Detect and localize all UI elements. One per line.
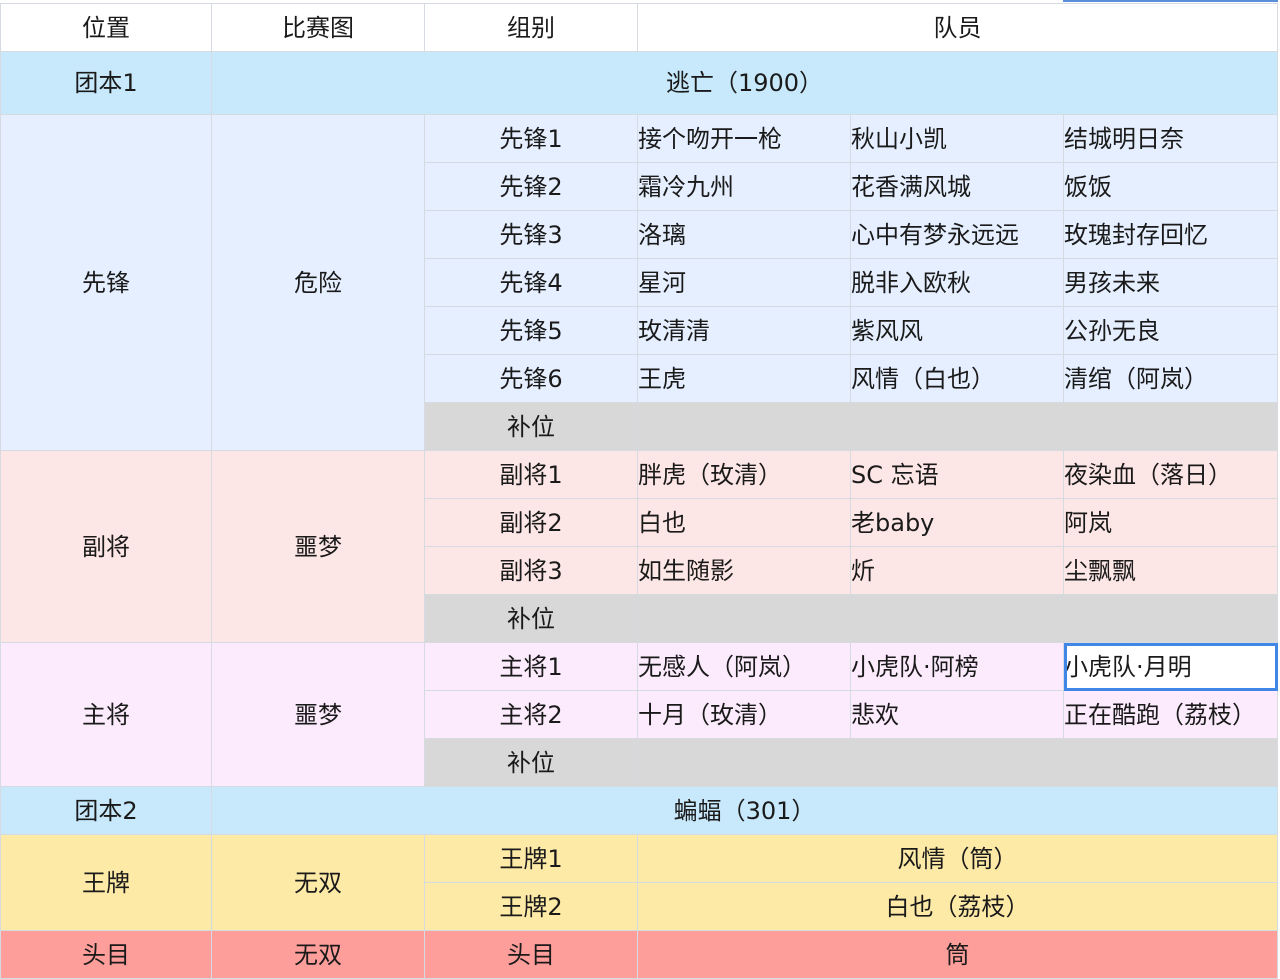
deputy-map-cell[interactable]: 噩梦 xyxy=(211,450,425,643)
member-cell[interactable]: 白也（荔枝） xyxy=(636,882,1279,931)
member-cell[interactable]: 脱非入欧秋 xyxy=(850,258,1064,307)
table-row: 主将 噩梦 主将1 无感人（阿岚） 小虎队·阿榜 小虎队·月明 xyxy=(0,642,1279,787)
ace-map-cell[interactable]: 无双 xyxy=(211,834,425,931)
group-cell[interactable]: 王牌1 xyxy=(424,834,638,883)
member-cell[interactable]: 尘飘飘 xyxy=(1062,546,1279,595)
member-cell[interactable]: 清绾（阿岚） xyxy=(1062,354,1279,403)
member-cell[interactable]: 玫清清 xyxy=(637,306,851,355)
header-members[interactable]: 队员 xyxy=(636,3,1279,52)
group-cell[interactable]: 先锋6 xyxy=(424,354,638,403)
header-position[interactable]: 位置 xyxy=(0,3,212,52)
member-cell[interactable]: 洛璃 xyxy=(637,210,851,259)
member-cell[interactable]: 阿岚 xyxy=(1062,498,1279,547)
group-cell[interactable]: 先锋4 xyxy=(424,258,638,307)
member-cell[interactable]: 正在酷跑（荔枝） xyxy=(1062,690,1279,739)
group-cell[interactable]: 副将2 xyxy=(424,498,638,547)
member-cell[interactable]: 男孩未来 xyxy=(1062,258,1279,307)
member-cell[interactable]: 筒 xyxy=(636,930,1279,979)
group-cell[interactable]: 先锋2 xyxy=(424,162,638,211)
member-cell[interactable]: 小虎队·阿榜 xyxy=(850,642,1064,691)
member-cell[interactable]: 公孙无良 xyxy=(1062,306,1279,355)
member-cell[interactable]: 心中有梦永远远 xyxy=(850,210,1064,259)
selected-member-cell[interactable]: 小虎队·月明 xyxy=(1062,642,1279,691)
member-cell[interactable]: 风情（筒） xyxy=(636,834,1279,883)
team1-title-cell[interactable]: 逃亡（1900） xyxy=(210,51,1279,115)
general-position-cell[interactable]: 主将 xyxy=(0,642,212,787)
member-cell[interactable]: 夜染血（落日） xyxy=(1062,450,1279,499)
member-cell[interactable]: 无感人（阿岚） xyxy=(637,642,851,691)
member-cell[interactable]: 老baby xyxy=(850,498,1064,547)
team1-label-cell[interactable]: 团本1 xyxy=(0,51,212,115)
team1-row: 团本1 逃亡（1900） xyxy=(0,51,1279,115)
substitute-label-cell[interactable]: 补位 xyxy=(424,402,638,451)
team2-label-cell[interactable]: 团本2 xyxy=(0,786,212,835)
member-cell[interactable]: 紫风风 xyxy=(850,306,1064,355)
general-map-cell[interactable]: 噩梦 xyxy=(211,642,425,787)
ace-position-cell[interactable]: 王牌 xyxy=(0,834,212,931)
vanguard-position-cell[interactable]: 先锋 xyxy=(0,114,212,451)
group-cell[interactable]: 副将1 xyxy=(424,450,638,499)
member-cell[interactable]: 饭饭 xyxy=(1062,162,1279,211)
member-cell[interactable]: 玫瑰封存回忆 xyxy=(1062,210,1279,259)
member-cell[interactable]: 接个吻开一枪 xyxy=(637,114,851,163)
group-cell[interactable]: 主将1 xyxy=(424,642,638,691)
member-cell[interactable]: 如生随影 xyxy=(637,546,851,595)
member-cell[interactable]: 胖虎（玫清） xyxy=(637,450,851,499)
member-cell[interactable]: 白也 xyxy=(637,498,851,547)
member-cell[interactable]: 结城明日奈 xyxy=(1062,114,1279,163)
group-cell[interactable]: 主将2 xyxy=(424,690,638,739)
substitute-empty-cell[interactable] xyxy=(636,738,1279,787)
member-cell[interactable]: 霜冷九州 xyxy=(637,162,851,211)
group-cell[interactable]: 先锋5 xyxy=(424,306,638,355)
group-cell[interactable]: 副将3 xyxy=(424,546,638,595)
member-cell[interactable]: 王虎 xyxy=(637,354,851,403)
team2-title-cell[interactable]: 蝙蝠（301） xyxy=(210,786,1279,835)
substitute-empty-cell[interactable] xyxy=(636,402,1279,451)
team2-row: 团本2 蝙蝠（301） xyxy=(0,786,1279,835)
header-group[interactable]: 组别 xyxy=(424,3,638,52)
member-cell[interactable]: 秋山小凯 xyxy=(850,114,1064,163)
member-cell[interactable]: 花香满风城 xyxy=(850,162,1064,211)
deputy-position-cell[interactable]: 副将 xyxy=(0,450,212,643)
header-map[interactable]: 比赛图 xyxy=(211,3,425,52)
roster-spreadsheet: 位置 比赛图 组别 队员 团本1 逃亡（1900） 先锋 危险 先锋1 接个吻开… xyxy=(0,3,1279,979)
substitute-label-cell[interactable]: 补位 xyxy=(424,594,638,643)
boss-position-cell[interactable]: 头目 xyxy=(0,930,212,979)
group-cell[interactable]: 先锋1 xyxy=(424,114,638,163)
table-row: 先锋 危险 先锋1 接个吻开一枪 秋山小凯 结城明日奈 xyxy=(0,114,1279,451)
group-cell[interactable]: 王牌2 xyxy=(424,882,638,931)
member-cell[interactable]: 风情（白也） xyxy=(850,354,1064,403)
column-selection-indicator xyxy=(1063,0,1278,2)
table-row: 王牌 无双 王牌1 风情（筒） xyxy=(0,834,1279,931)
member-cell[interactable]: 十月（玫清） xyxy=(637,690,851,739)
boss-map-cell[interactable]: 无双 xyxy=(211,930,425,979)
table-row: 副将 噩梦 副将1 胖虎（玫清） SC 忘语 夜染血（落日） xyxy=(0,450,1279,643)
vanguard-map-cell[interactable]: 危险 xyxy=(211,114,425,451)
substitute-label-cell[interactable]: 补位 xyxy=(424,738,638,787)
group-cell[interactable]: 先锋3 xyxy=(424,210,638,259)
member-cell[interactable]: SC 忘语 xyxy=(850,450,1064,499)
member-cell[interactable]: 悲欢 xyxy=(850,690,1064,739)
header-row: 位置 比赛图 组别 队员 xyxy=(0,3,1279,52)
substitute-empty-cell[interactable] xyxy=(636,594,1279,643)
group-cell[interactable]: 头目 xyxy=(424,930,638,979)
member-cell[interactable]: 炘 xyxy=(850,546,1064,595)
table-row: 头目 无双 头目 筒 xyxy=(0,930,1279,979)
member-cell[interactable]: 星河 xyxy=(637,258,851,307)
